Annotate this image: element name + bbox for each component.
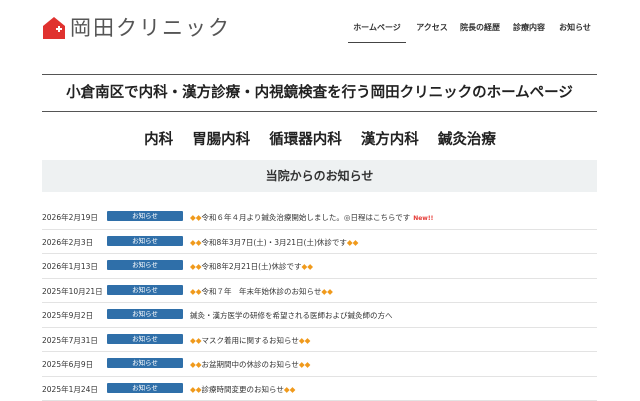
news-title-wrap[interactable]: ◆◆令和8年3月7日(土)・3月21日(土)休診です◆◆ bbox=[190, 237, 361, 248]
diamond-icon: ◆◆ bbox=[190, 238, 202, 247]
nav-home[interactable]: ホームページ bbox=[348, 15, 406, 43]
diamond-icon: ◆◆ bbox=[302, 262, 314, 271]
diamond-icon: ◆◆ bbox=[190, 287, 202, 296]
news-date: 2026年2月19日 bbox=[42, 212, 98, 223]
diamond-icon: ◆◆ bbox=[299, 336, 311, 345]
news-date: 2025年10月21日 bbox=[42, 286, 103, 297]
site-logo[interactable]: 岡田クリニック bbox=[42, 14, 231, 42]
news-title[interactable]: 鍼灸・漢方医学の研修を希望される医師および鍼灸師の方へ bbox=[190, 311, 393, 320]
news-title[interactable]: マスク着用に関するお知らせ bbox=[202, 336, 299, 345]
diamond-icon: ◆◆ bbox=[190, 336, 202, 345]
news-item[interactable]: 2025年10月21日 お知らせ ◆◆令和７年 年末年始休診のお知らせ◆◆ bbox=[42, 279, 597, 304]
news-date: 2025年1月24日 bbox=[42, 384, 98, 395]
news-item[interactable]: 2025年6月9日 お知らせ ◆◆お盆期間中の休診のお知らせ◆◆ bbox=[42, 352, 597, 377]
diamond-icon: ◆◆ bbox=[190, 262, 202, 271]
new-badge: New!! bbox=[413, 215, 433, 222]
news-category-badge: お知らせ bbox=[107, 285, 183, 295]
news-date: 2026年2月3日 bbox=[42, 237, 93, 248]
diamond-icon: ◆◆ bbox=[190, 213, 202, 222]
news-title-wrap[interactable]: ◆◆令和６年４月より鍼灸治療開始しました。◎日程はこちらですNew!! bbox=[190, 212, 433, 223]
news-title-wrap[interactable]: ◆◆マスク着用に関するお知らせ◆◆ bbox=[190, 335, 313, 346]
news-category-badge: お知らせ bbox=[107, 211, 183, 221]
department-item: 循環器内科 bbox=[269, 132, 342, 148]
news-title[interactable]: 令和8年3月7日(土)・3月21日(土)休診です bbox=[202, 238, 347, 247]
news-date: 2026年1月13日 bbox=[42, 261, 98, 272]
page-headline: 小倉南区で内科・漢方診療・内視鏡検査を行う岡田クリニックのホームページ bbox=[42, 74, 597, 112]
news-item[interactable]: 2026年2月3日 お知らせ ◆◆令和8年3月7日(土)・3月21日(土)休診で… bbox=[42, 230, 597, 255]
nav-treatments[interactable]: 診療内容 bbox=[512, 15, 546, 43]
news-category-badge: お知らせ bbox=[107, 309, 183, 319]
news-category-badge: お知らせ bbox=[107, 260, 183, 270]
diamond-icon: ◆◆ bbox=[284, 385, 296, 394]
site-header: 岡田クリニック ホームページ アクセス 院長の経歴 診療内容 お知らせ bbox=[0, 0, 640, 48]
department-item: 内科 bbox=[144, 132, 173, 148]
news-date: 2025年9月2日 bbox=[42, 310, 93, 321]
news-item[interactable]: 2026年2月19日 お知らせ ◆◆令和６年４月より鍼灸治療開始しました。◎日程… bbox=[42, 205, 597, 230]
news-title[interactable]: お盆期間中の休診のお知らせ bbox=[202, 360, 299, 369]
news-title-wrap[interactable]: ◆◆診療時間変更のお知らせ◆◆ bbox=[190, 384, 298, 395]
news-title-wrap[interactable]: ◆◆令和７年 年末年始休診のお知らせ◆◆ bbox=[190, 286, 336, 297]
main-nav: ホームページ アクセス 院長の経歴 診療内容 お知らせ bbox=[348, 15, 592, 43]
department-item: 漢方内科 bbox=[361, 132, 419, 148]
news-item[interactable]: 2026年1月13日 お知らせ ◆◆令和8年2月21日(土)休診です◆◆ bbox=[42, 254, 597, 279]
news-date: 2025年6月9日 bbox=[42, 359, 93, 370]
news-heading: 当院からのお知らせ bbox=[42, 160, 597, 192]
news-item[interactable]: 2025年7月31日 お知らせ ◆◆マスク着用に関するお知らせ◆◆ bbox=[42, 328, 597, 353]
nav-director-profile[interactable]: 院長の経歴 bbox=[460, 15, 500, 43]
news-title-wrap[interactable]: 鍼灸・漢方医学の研修を希望される医師および鍼灸師の方へ bbox=[190, 310, 396, 321]
department-item: 鍼灸治療 bbox=[438, 132, 496, 148]
clinic-house-icon bbox=[42, 16, 66, 40]
department-item: 胃腸内科 bbox=[192, 132, 250, 148]
diamond-icon: ◆◆ bbox=[299, 360, 311, 369]
news-item[interactable]: 2025年9月2日 お知らせ 鍼灸・漢方医学の研修を希望される医師および鍼灸師の… bbox=[42, 303, 597, 328]
news-category-badge: お知らせ bbox=[107, 383, 183, 393]
diamond-icon: ◆◆ bbox=[190, 385, 202, 394]
news-title-wrap[interactable]: ◆◆令和8年2月21日(土)休診です◆◆ bbox=[190, 261, 316, 272]
news-title[interactable]: 令和６年４月より鍼灸治療開始しました。◎日程はこちらです bbox=[202, 213, 411, 222]
diamond-icon: ◆◆ bbox=[190, 360, 202, 369]
news-title[interactable]: 令和７年 年末年始休診のお知らせ bbox=[202, 287, 322, 296]
news-category-badge: お知らせ bbox=[107, 358, 183, 368]
news-list: 2026年2月19日 お知らせ ◆◆令和６年４月より鍼灸治療開始しました。◎日程… bbox=[42, 205, 597, 401]
logo-text: 岡田クリニック bbox=[70, 16, 231, 40]
nav-news[interactable]: お知らせ bbox=[558, 15, 592, 43]
news-date: 2025年7月31日 bbox=[42, 335, 98, 346]
news-category-badge: お知らせ bbox=[107, 334, 183, 344]
diamond-icon: ◆◆ bbox=[321, 287, 333, 296]
news-title[interactable]: 診療時間変更のお知らせ bbox=[202, 385, 284, 394]
news-category-badge: お知らせ bbox=[107, 236, 183, 246]
nav-access[interactable]: アクセス bbox=[414, 15, 450, 43]
news-title[interactable]: 令和8年2月21日(土)休診です bbox=[202, 262, 302, 271]
news-item[interactable]: 2025年1月24日 お知らせ ◆◆診療時間変更のお知らせ◆◆ bbox=[42, 377, 597, 401]
diamond-icon: ◆◆ bbox=[347, 238, 359, 247]
news-title-wrap[interactable]: ◆◆お盆期間中の休診のお知らせ◆◆ bbox=[190, 359, 313, 370]
department-list: 内科 胃腸内科 循環器内科 漢方内科 鍼灸治療 bbox=[0, 128, 640, 149]
